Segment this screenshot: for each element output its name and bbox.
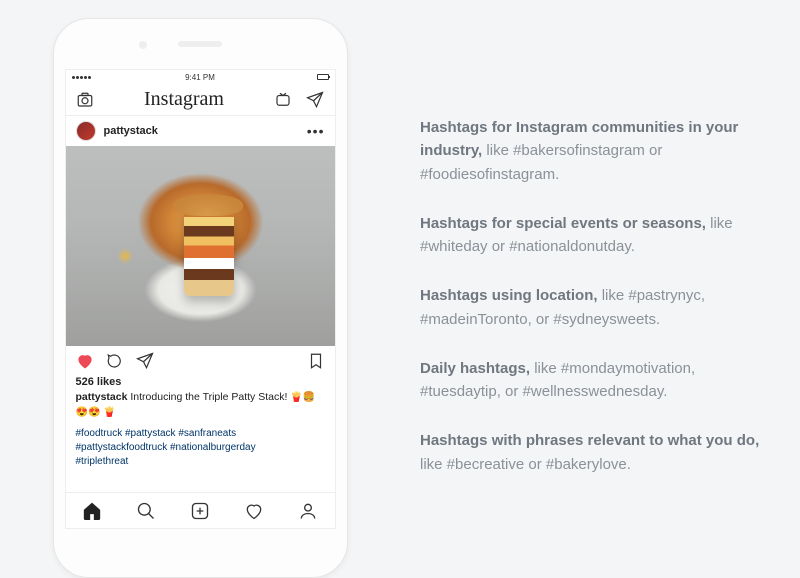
tip-item: Hashtags with phrases relevant to what y…	[420, 429, 764, 476]
tip-bold: Hashtags using location,	[420, 287, 598, 304]
app-logo: Instagram	[144, 88, 224, 111]
post-caption: pattystack Introducing the Triple Patty …	[66, 388, 335, 419]
status-time: 9:41 PM	[185, 73, 215, 82]
bookmark-icon[interactable]	[307, 352, 325, 370]
tip-item: Hashtags using location, like #pastrynyc…	[420, 284, 764, 331]
status-bar: 9:41 PM	[66, 70, 335, 84]
post-username[interactable]: pattystack	[104, 125, 158, 137]
hashtag-line[interactable]: #pattystackfoodtruck #nationalburgerday	[76, 441, 325, 455]
likes-count[interactable]: 526 likes	[66, 376, 335, 388]
tip-bold: Hashtags for special events or seasons,	[420, 215, 706, 232]
tip-rest: like #becreative or #bakerylove.	[420, 456, 631, 473]
tv-icon[interactable]	[274, 91, 292, 109]
add-post-icon[interactable]	[190, 501, 210, 521]
post-image[interactable]	[66, 146, 335, 346]
profile-icon[interactable]	[298, 501, 318, 521]
hashtag-line[interactable]: #foodtruck #pattystack #sanfraneats	[76, 427, 325, 441]
tips-column: Hashtags for Instagram communities in yo…	[400, 0, 800, 502]
tip-item: Hashtags for Instagram communities in yo…	[420, 116, 764, 186]
app-header: Instagram	[66, 84, 335, 116]
tip-item: Daily hashtags, like #mondaymotivation, …	[420, 357, 764, 404]
post-actions	[66, 346, 335, 376]
tab-bar	[66, 492, 335, 528]
send-icon[interactable]	[306, 91, 324, 109]
tip-bold: Daily hashtags,	[420, 360, 530, 377]
more-icon[interactable]: •••	[307, 123, 325, 139]
search-icon[interactable]	[136, 501, 156, 521]
avatar[interactable]	[76, 121, 96, 141]
home-icon[interactable]	[82, 501, 102, 521]
post-hashtags[interactable]: #foodtruck #pattystack #sanfraneats #pat…	[66, 419, 335, 469]
tip-bold: Hashtags with phrases relevant to what y…	[420, 432, 759, 449]
tip-item: Hashtags for special events or seasons, …	[420, 212, 764, 259]
phone-earpiece	[178, 41, 222, 47]
camera-icon[interactable]	[76, 91, 94, 109]
caption-text: Introducing the Triple Patty Stack!	[130, 391, 287, 403]
share-icon[interactable]	[136, 352, 154, 370]
comment-icon[interactable]	[106, 352, 124, 370]
phone-screen: 9:41 PM Instagram pattystack •••	[65, 69, 336, 529]
activity-icon[interactable]	[244, 501, 264, 521]
phone-earpiece-dot	[139, 41, 147, 49]
phone-frame: 9:41 PM Instagram pattystack •••	[53, 18, 348, 578]
post-header: pattystack •••	[66, 116, 335, 146]
like-icon[interactable]	[76, 352, 94, 370]
caption-username[interactable]: pattystack	[76, 391, 128, 403]
hashtag-line[interactable]: #triplethreat	[76, 455, 325, 469]
battery-icon	[317, 74, 329, 80]
signal-icon	[72, 76, 91, 79]
